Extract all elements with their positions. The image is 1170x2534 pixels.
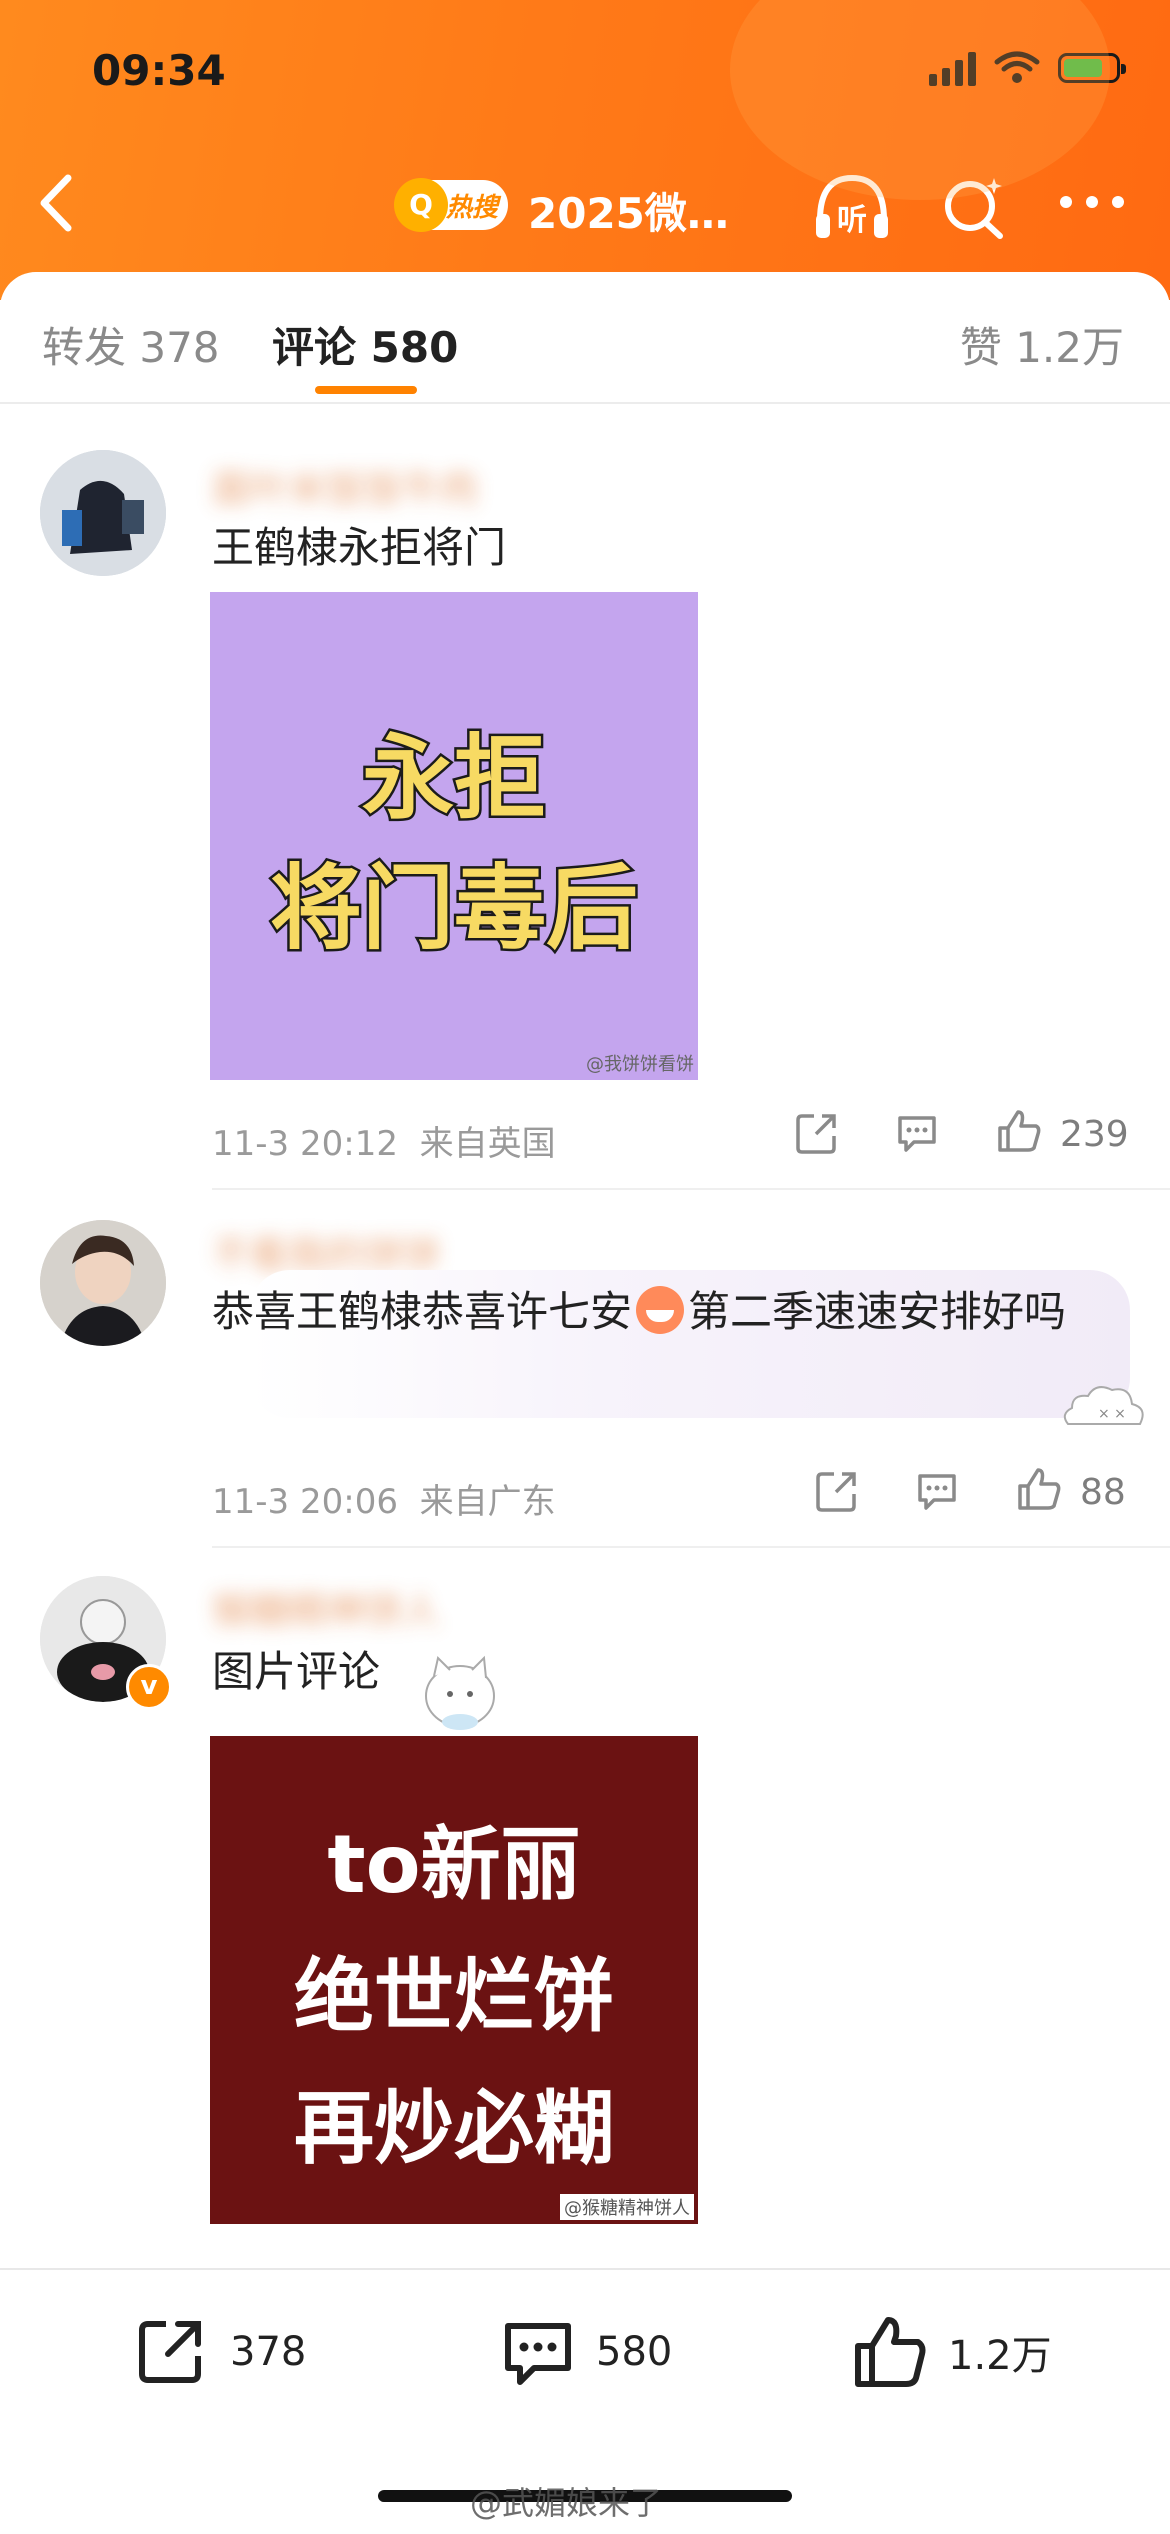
top-header: 09:34 Q 热搜 2025微… 听 xyxy=(0,0,1170,300)
repost-icon xyxy=(139,2321,201,2383)
back-arrow-icon[interactable] xyxy=(28,168,88,238)
comment-meta: 11-3 20:12 来自英国 xyxy=(212,1116,556,1165)
comment-divider xyxy=(212,1546,1170,1548)
comment-text: 恭喜王鹤棣恭喜许七安 第二季速速安排好吗 xyxy=(212,1280,1112,1344)
listen-label: 听 xyxy=(837,203,867,238)
like-count: 1.2万 xyxy=(948,2333,1052,2379)
headphone-listen-icon[interactable]: 听 xyxy=(810,168,894,248)
comment-image[interactable]: to新丽 绝世烂饼 再炒必糊 @猴糖精神饼人 xyxy=(210,1736,698,2224)
comment-location: 来自英国 xyxy=(419,1124,556,1164)
repost-count: 378 xyxy=(230,2329,307,2375)
comment-time: 11-3 20:12 xyxy=(212,1124,398,1164)
image-watermark: @我饼饼看饼 xyxy=(586,1054,694,1075)
comment-username[interactable]: 面叶米饭饭牛肉 xyxy=(212,458,478,513)
avatar[interactable] xyxy=(40,450,166,576)
svg-text:× ×: × × xyxy=(1098,1406,1126,1422)
cat-sticker-icon xyxy=(425,1655,495,1730)
comment-username[interactable]: 猴糖精神饼人 xyxy=(212,1580,440,1635)
like-thumb-icon xyxy=(855,2317,926,2387)
like-thumb-icon[interactable] xyxy=(1014,1464,1064,1514)
repost-icon[interactable] xyxy=(794,1110,840,1156)
tab-comments[interactable]: 评论 580 xyxy=(272,314,458,375)
image-line: 绝世烂饼 xyxy=(294,1950,614,2043)
hot-search-badge[interactable]: Q 热搜 xyxy=(394,178,508,232)
comment-text: 图片评论 xyxy=(212,1647,381,1696)
bottom-action-bar: 378 580 1.2万 @武媚娘来了 xyxy=(0,2268,1170,2534)
tab-likes[interactable]: 赞 1.2万 xyxy=(960,314,1124,375)
comment-time: 11-3 20:06 xyxy=(212,1482,398,1522)
search-q-icon: Q xyxy=(394,178,448,232)
comment-image[interactable]: 永拒 将门毒后 @我饼饼看饼 xyxy=(210,592,698,1080)
comment-button[interactable]: 580 xyxy=(498,2312,672,2392)
tab-repost[interactable]: 转发 378 xyxy=(42,314,220,375)
wifi-icon xyxy=(994,51,1040,83)
like-count: 88 xyxy=(1080,1472,1126,1513)
comment-divider xyxy=(212,1188,1170,1190)
comment-location: 来自广东 xyxy=(419,1482,556,1522)
laughing-emoji-icon xyxy=(636,1286,685,1334)
comment-text-part: 恭喜王鹤棣恭喜许七安 xyxy=(212,1287,633,1336)
like-count: 239 xyxy=(1060,1114,1129,1155)
cellular-signal-icon xyxy=(929,50,976,86)
repost-icon[interactable] xyxy=(814,1468,860,1514)
like-thumb-icon[interactable] xyxy=(994,1106,1044,1156)
battery-icon xyxy=(1058,53,1126,83)
status-icons xyxy=(929,50,1126,86)
active-tab-indicator xyxy=(315,386,417,394)
image-line: 再炒必糊 xyxy=(294,2082,614,2175)
image-line: to新丽 xyxy=(327,1818,581,1911)
comment-icon xyxy=(505,2323,571,2385)
comment-icon[interactable] xyxy=(914,1468,960,1514)
search-icon[interactable] xyxy=(938,172,1010,244)
comment-text: 王鹤棣永拒将门 xyxy=(212,523,507,572)
comment-icon[interactable] xyxy=(894,1110,940,1156)
verified-badge-icon: v xyxy=(126,1664,172,1710)
like-button[interactable]: 1.2万 xyxy=(850,2312,1052,2392)
tab-bar: 转发 378 评论 580 赞 1.2万 xyxy=(0,272,1170,404)
image-line: 永拒 xyxy=(359,723,548,835)
comment-text-part: 第二季速速安排好吗 xyxy=(688,1287,1067,1336)
comment-count: 580 xyxy=(596,2329,673,2375)
nav-bar: Q 热搜 2025微… 听 xyxy=(0,150,1170,260)
more-options-icon[interactable] xyxy=(1060,196,1124,208)
status-time: 09:34 xyxy=(92,46,226,95)
avatar[interactable] xyxy=(40,1220,166,1346)
comment-meta: 11-3 20:06 来自广东 xyxy=(212,1474,556,1523)
image-line: 将门毒后 xyxy=(267,853,640,965)
weibo-watermark: @武媚娘来了 xyxy=(470,2484,663,2522)
repost-button[interactable]: 378 xyxy=(132,2312,306,2392)
page-title: 2025微… xyxy=(528,189,729,238)
cloud-sticker-icon: × × xyxy=(1063,1386,1144,1425)
image-watermark: @猴糖精神饼人 xyxy=(560,2194,694,2220)
